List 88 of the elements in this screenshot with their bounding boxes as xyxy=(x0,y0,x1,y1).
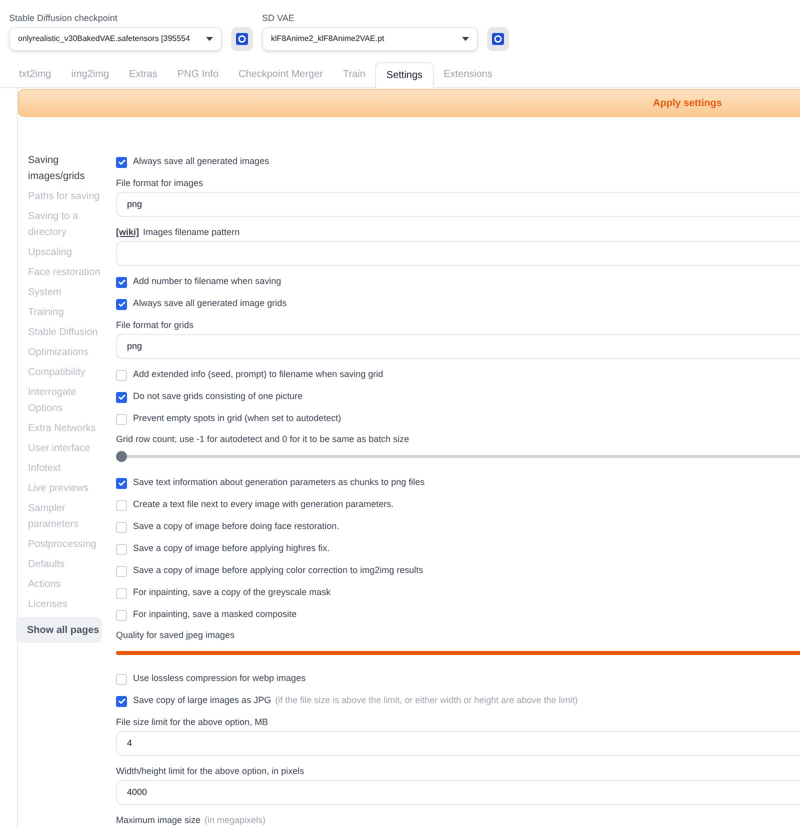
tab[interactable]: Checkpoint Merger xyxy=(228,61,333,87)
sidebar-item[interactable]: Interrogate Options xyxy=(28,383,116,419)
setting-label: For inpainting, save a masked composite xyxy=(133,608,297,622)
checkbox[interactable] xyxy=(116,566,127,576)
tab[interactable]: txt2img xyxy=(9,61,62,87)
sidebar-item[interactable]: Postprocessing xyxy=(28,535,116,555)
checkbox[interactable] xyxy=(116,298,127,310)
setting-note: (if the file size is above the limit, or either width or height are above the limit) xyxy=(275,694,578,708)
checkbox[interactable] xyxy=(116,370,127,380)
setting-label: Images filename pattern xyxy=(143,226,240,240)
setting-label: Save copy of large images as JPG xyxy=(133,694,272,708)
checkbox[interactable] xyxy=(116,674,127,684)
checkbox[interactable] xyxy=(116,276,127,288)
tab[interactable]: Extras xyxy=(119,61,168,87)
setting-label: File format for images xyxy=(116,177,204,190)
sidebar-item[interactable]: Stable Diffusion xyxy=(28,323,116,343)
model-dropdown[interactable]: klF8Anime2_klF8Anime2VAE.pt xyxy=(262,27,478,51)
setting-label: Maximum image size xyxy=(116,814,201,828)
wiki-link[interactable]: [wiki] xyxy=(116,226,140,240)
setting-label: File size limit for the above option, MB xyxy=(116,716,268,730)
checkbox[interactable] xyxy=(116,610,127,620)
setting-label: Always save all generated images xyxy=(133,155,270,168)
sidebar-item[interactable]: Face restoration xyxy=(28,263,116,283)
sidebar-item[interactable]: Compatibility xyxy=(28,363,116,383)
checkbox[interactable] xyxy=(116,156,127,168)
tab[interactable]: Extensions xyxy=(434,61,502,87)
sidebar-item[interactable]: User interface xyxy=(28,439,116,459)
text-field[interactable] xyxy=(116,241,800,266)
model-dropdown[interactable]: onlyrealistic_v30BakedVAE.safetensors [395554 xyxy=(9,27,222,51)
sidebar-item[interactable]: Sampler parameters xyxy=(28,499,116,535)
sidebar-item[interactable]: Training xyxy=(28,303,116,323)
setting-label: Save a copy of image before applying color correction to img2img results xyxy=(133,564,424,578)
sidebar-item[interactable]: Actions xyxy=(28,575,116,595)
caret-icon xyxy=(462,37,469,41)
sidebar-item[interactable]: Live previews xyxy=(28,479,116,499)
checkbox[interactable] xyxy=(116,392,127,402)
tab[interactable]: Settings xyxy=(375,62,434,88)
setting-label: Grid row count; use -1 for autodetect and 0 for it to be same as batch size xyxy=(116,433,410,446)
sidebar-item[interactable]: System xyxy=(28,283,116,303)
sidebar-item[interactable]: Upscaling xyxy=(28,243,116,263)
checkbox[interactable] xyxy=(116,522,127,532)
checkbox[interactable] xyxy=(116,414,127,424)
show-all-pages-button[interactable]: Show all pages xyxy=(16,617,102,643)
apply-settings-button[interactable]: Apply settings xyxy=(18,89,800,117)
checkbox[interactable] xyxy=(116,544,127,554)
refresh-icon xyxy=(236,33,248,45)
tab[interactable]: Train xyxy=(333,61,376,87)
setting-label: Always save all generated image grids xyxy=(133,297,287,310)
sidebar-item[interactable]: Defaults xyxy=(28,555,116,575)
sidebar-item[interactable]: Licenses xyxy=(28,595,116,615)
setting-label: Save text information about generation parameters as chunks to png files xyxy=(133,476,425,490)
checkbox[interactable] xyxy=(116,478,127,488)
setting-label: Use lossless compression for webp images xyxy=(133,672,306,686)
slider[interactable] xyxy=(116,451,800,462)
setting-label: Quality for saved jpeg images xyxy=(116,629,235,642)
sidebar-item[interactable]: Infotext xyxy=(28,459,116,479)
tab[interactable]: img2img xyxy=(61,61,120,87)
caret-icon xyxy=(206,37,213,41)
sidebar-item[interactable]: Saving images/grids xyxy=(28,151,116,187)
sidebar-item[interactable]: Extra Networks xyxy=(28,419,116,439)
selector-label: SD VAE xyxy=(262,12,296,25)
setting-note: (in megapixels) xyxy=(204,814,266,828)
setting-label: Width/height limit for the above option, in pixels xyxy=(116,765,304,778)
text-field[interactable]: png xyxy=(116,334,800,359)
setting-label: Save a copy of image before applying highres fix. xyxy=(133,542,330,556)
sidebar-item[interactable]: Paths for saving xyxy=(28,187,116,207)
refresh-button[interactable] xyxy=(231,27,253,51)
tab[interactable]: PNG Info xyxy=(167,61,229,87)
refresh-button[interactable] xyxy=(487,27,509,51)
text-field[interactable]: png xyxy=(116,192,800,217)
text-field[interactable]: 4 xyxy=(116,731,800,756)
checkbox[interactable] xyxy=(116,696,127,706)
setting-label: File format for grids xyxy=(116,319,194,332)
setting-label: For inpainting, save a copy of the greyscale mask xyxy=(133,586,331,600)
checkbox[interactable] xyxy=(116,588,127,598)
setting-label: Prevent empty spots in grid (when set to autodetect) xyxy=(133,412,342,426)
setting-label: Add number to filename when saving xyxy=(133,275,282,288)
setting-label: Create a text file next to every image with generation parameters. xyxy=(133,498,394,512)
setting-label: Add extended info (seed, prompt) to filename when saving grid xyxy=(133,368,384,382)
sidebar-item[interactable]: Optimizations xyxy=(28,343,116,363)
refresh-icon xyxy=(492,33,504,45)
checkbox[interactable] xyxy=(116,500,127,510)
slider-thumb[interactable] xyxy=(116,451,127,462)
selector-label: Stable Diffusion checkpoint xyxy=(9,12,118,25)
sidebar-item[interactable]: Saving to a directory xyxy=(28,207,116,243)
text-field[interactable]: 4000 xyxy=(116,780,800,805)
setting-label: Do not save grids consisting of one picture xyxy=(133,390,303,404)
setting-label: Save a copy of image before doing face restoration. xyxy=(133,520,340,534)
